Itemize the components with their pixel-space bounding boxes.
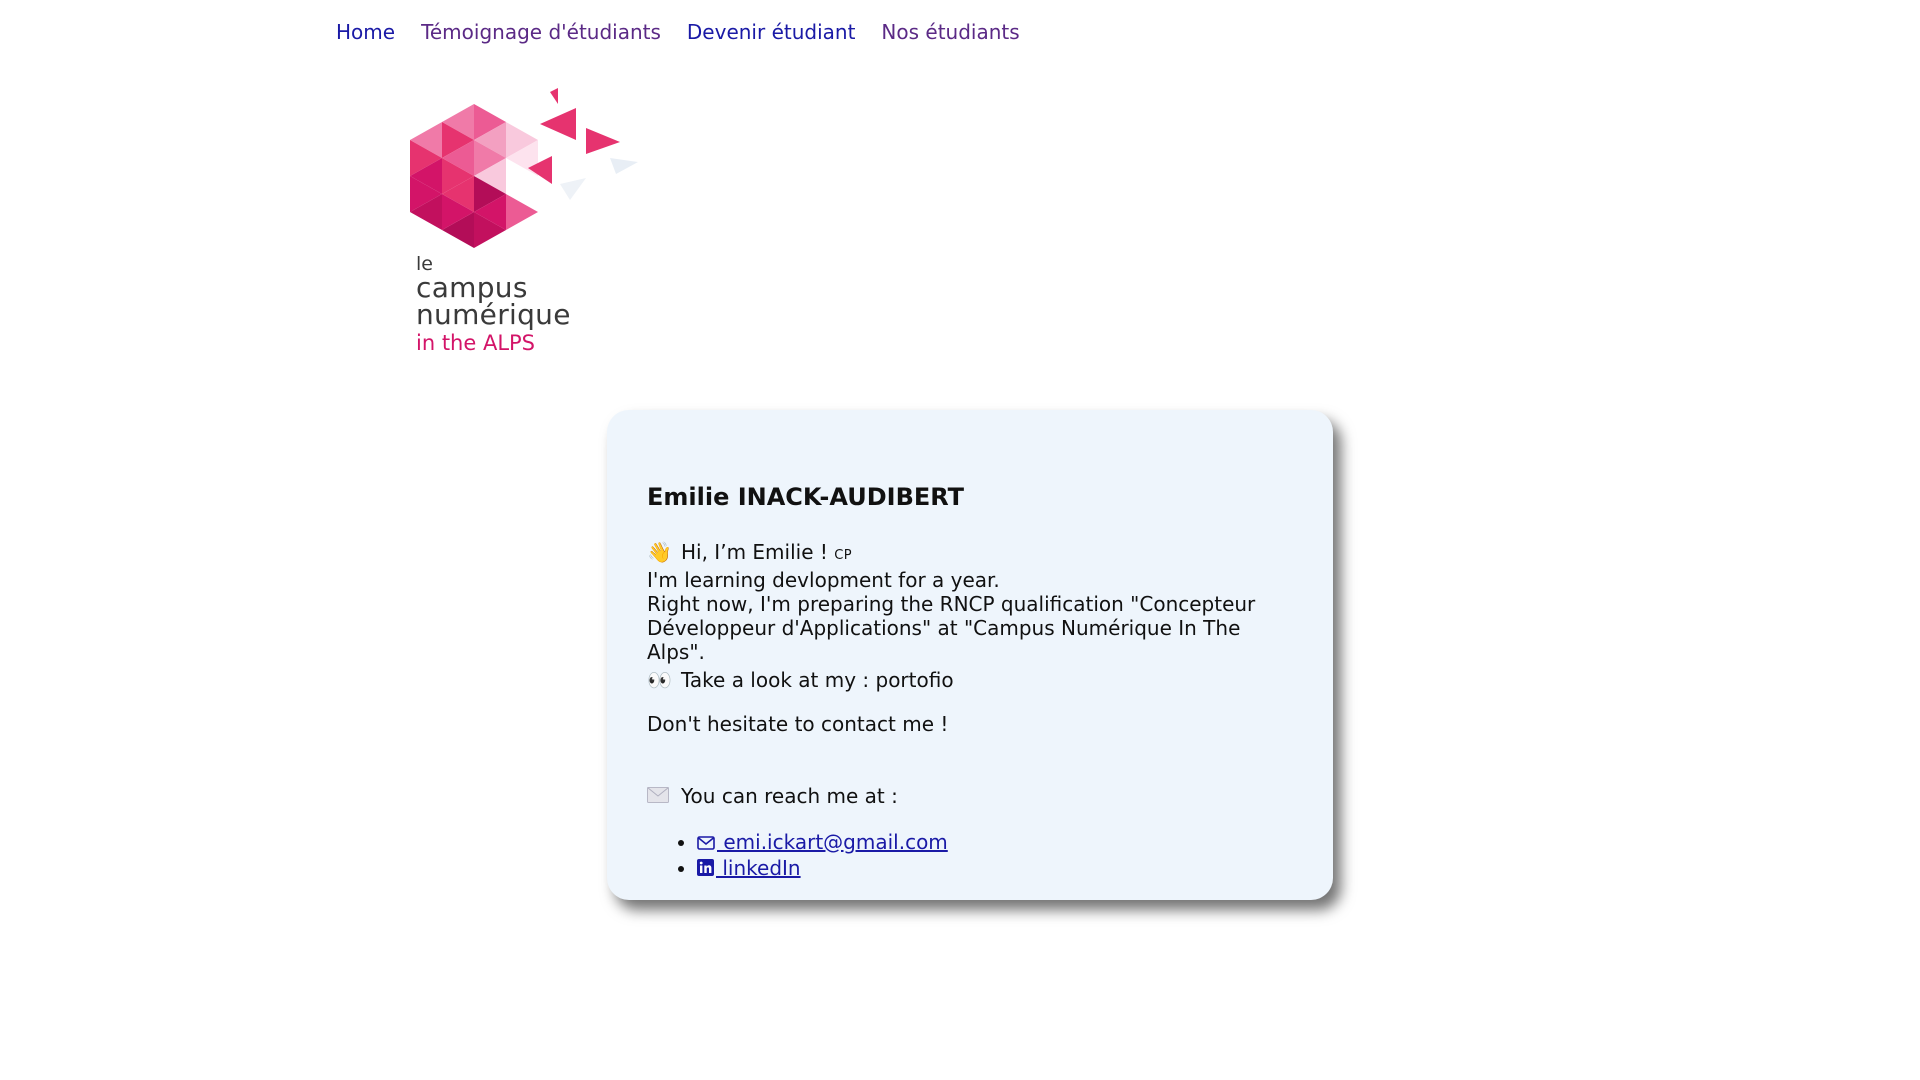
reach-text: You can reach me at :: [681, 784, 898, 808]
learning-text: I'm learning devlopment for a year.: [647, 568, 1000, 592]
linkedin-link-label: linkedIn: [716, 856, 801, 880]
reach-line: You can reach me at :: [647, 784, 1293, 808]
nav-link-nos-etudiants[interactable]: Nos étudiants: [881, 18, 1019, 46]
campus-logo: le campus numérique in the ALPS: [410, 88, 650, 368]
logo-campus: campus: [416, 271, 528, 304]
linkedin-icon: [697, 857, 714, 882]
email-link[interactable]: emi.ickart@gmail.com: [697, 830, 948, 854]
logo-in-the-alps: in the ALPS: [416, 331, 536, 355]
contact-links: emi.ickart@gmail.com linkedIn: [647, 830, 1293, 882]
nav-link-devenir-etudiant[interactable]: Devenir étudiant: [687, 18, 856, 46]
list-item: linkedIn: [697, 856, 1293, 882]
contact-text: Don't hesitate to contact me !: [647, 712, 949, 736]
greeting-suffix: CP: [834, 548, 853, 563]
nav-link-home[interactable]: Home: [336, 18, 395, 46]
nav-link-temoignage[interactable]: Témoignage d'étudiants: [421, 18, 661, 46]
greeting-text: Hi, I’m Emilie !: [681, 540, 828, 564]
portfolio-text: Take a look at my : portofio: [681, 668, 954, 692]
linkedin-link[interactable]: linkedIn: [697, 856, 801, 880]
portfolio-line: 👀 Take a look at my : portofio: [647, 668, 1293, 692]
page: Home Témoignage d'étudiants Devenir étud…: [0, 0, 1920, 1080]
campus-logo-icon: [410, 88, 638, 248]
list-item: emi.ickart@gmail.com: [697, 830, 1293, 856]
greeting-line: 👋 Hi, I’m Emilie ! CP: [647, 540, 1293, 568]
mail-icon: [697, 831, 715, 856]
top-nav: Home Témoignage d'étudiants Devenir étud…: [336, 18, 1020, 46]
logo-numerique: numérique: [416, 298, 571, 331]
preparing-text: Right now, I'm preparing the RNCP qualif…: [647, 592, 1256, 664]
logo-wordmark: le campus numérique in the ALPS: [416, 254, 571, 358]
eyes-icon: 👀: [647, 668, 672, 692]
envelope-icon: [647, 784, 671, 808]
student-name: Emilie INACK-AUDIBERT: [647, 483, 965, 511]
student-card: Emilie INACK-AUDIBERT 👋 Hi, I’m Emilie ! …: [607, 410, 1333, 900]
waving-hand-icon: 👋: [647, 540, 672, 564]
student-bio: 👋 Hi, I’m Emilie ! CP I'm learning devlop…: [647, 540, 1293, 692]
email-link-label: emi.ickart@gmail.com: [717, 830, 948, 854]
